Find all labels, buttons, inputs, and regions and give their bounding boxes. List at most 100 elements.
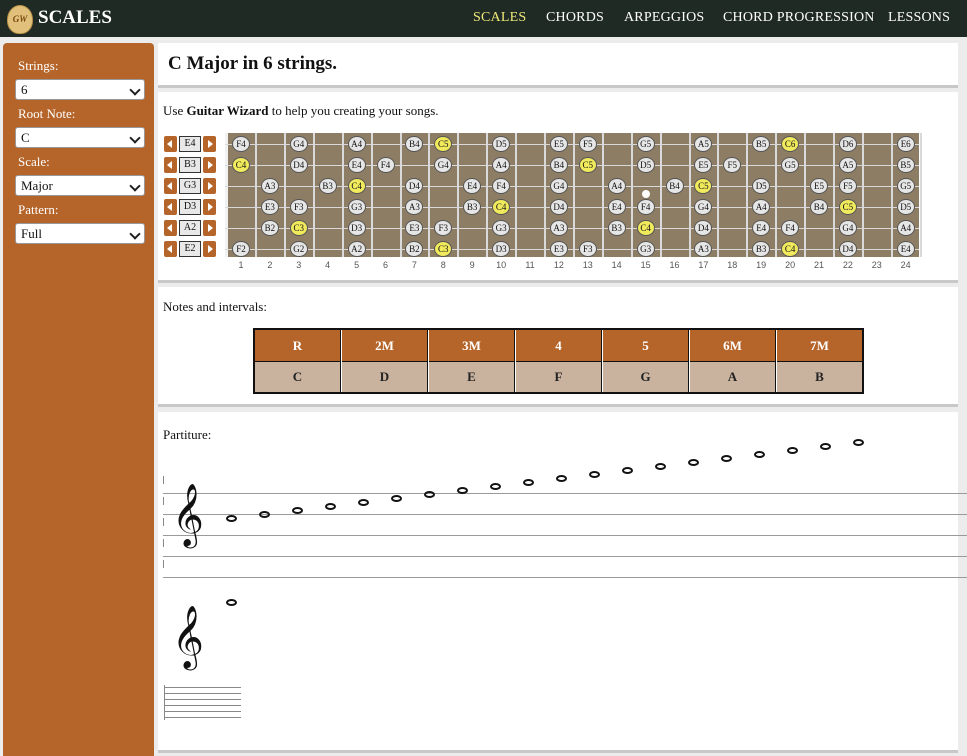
note-marker[interactable]: D5 xyxy=(752,178,771,194)
note-marker[interactable]: A4 xyxy=(896,220,915,236)
tune-up-button[interactable] xyxy=(203,241,216,257)
root-note-marker[interactable]: C6 xyxy=(781,136,800,152)
strings-select[interactable]: 6 xyxy=(15,79,145,100)
note-marker[interactable]: B2 xyxy=(405,241,424,257)
note-marker[interactable]: F3 xyxy=(289,199,308,215)
note-marker[interactable]: A4 xyxy=(752,199,771,215)
note-marker[interactable]: F3 xyxy=(434,220,453,236)
note-marker[interactable]: B4 xyxy=(665,178,684,194)
note-marker[interactable]: B3 xyxy=(607,220,626,236)
note-marker[interactable]: D5 xyxy=(492,136,511,152)
root-note-marker[interactable]: C4 xyxy=(347,178,366,194)
tune-down-button[interactable] xyxy=(164,136,177,152)
note-marker[interactable]: G3 xyxy=(636,241,655,257)
root-note-marker[interactable]: C5 xyxy=(578,157,597,173)
note-marker[interactable]: F4 xyxy=(232,136,250,152)
tune-up-button[interactable] xyxy=(203,136,216,152)
tune-down-button[interactable] xyxy=(164,178,177,194)
tune-up-button[interactable] xyxy=(203,157,216,173)
note-marker[interactable]: E3 xyxy=(260,199,279,215)
root-note-marker[interactable]: C3 xyxy=(434,241,453,257)
note-marker[interactable]: A3 xyxy=(405,199,424,215)
nav-lessons[interactable]: LESSONS xyxy=(888,10,950,26)
note-marker[interactable]: A3 xyxy=(549,220,568,236)
note-marker[interactable]: F4 xyxy=(376,157,395,173)
tune-down-button[interactable] xyxy=(164,241,177,257)
root-note-marker[interactable]: C5 xyxy=(838,199,857,215)
note-marker[interactable]: F5 xyxy=(838,178,857,194)
note-marker[interactable]: F4 xyxy=(636,199,655,215)
nav-scales[interactable]: SCALES xyxy=(473,10,526,26)
note-marker[interactable]: B3 xyxy=(318,178,337,194)
note-marker[interactable]: A4 xyxy=(492,157,511,173)
note-marker[interactable]: E3 xyxy=(549,241,568,257)
note-marker[interactable]: B4 xyxy=(810,199,828,215)
note-marker[interactable]: B3 xyxy=(463,199,482,215)
pattern-select[interactable]: Full xyxy=(15,223,145,244)
note-marker[interactable]: G4 xyxy=(434,157,453,173)
scale-select[interactable]: Major xyxy=(15,175,145,196)
note-marker[interactable]: E5 xyxy=(694,157,713,173)
note-marker[interactable]: E4 xyxy=(347,157,366,173)
note-marker[interactable]: A5 xyxy=(838,157,857,173)
guitar-wizard-link[interactable]: Guitar Wizard xyxy=(186,103,268,118)
tune-up-button[interactable] xyxy=(203,178,216,194)
note-marker[interactable]: A4 xyxy=(347,136,366,152)
root-note-marker[interactable]: C4 xyxy=(781,241,800,257)
note-marker[interactable]: D3 xyxy=(347,220,366,236)
root-note-marker[interactable]: C4 xyxy=(492,199,511,215)
tune-up-button[interactable] xyxy=(203,220,216,236)
note-marker[interactable]: G3 xyxy=(492,220,511,236)
note-marker[interactable]: B5 xyxy=(896,157,915,173)
note-marker[interactable]: D5 xyxy=(636,157,655,173)
note-marker[interactable]: D4 xyxy=(549,199,568,215)
note-marker[interactable]: G5 xyxy=(636,136,655,152)
guitar-wizard-logo[interactable]: GW xyxy=(7,5,33,34)
tune-down-button[interactable] xyxy=(164,199,177,215)
note-marker[interactable]: E3 xyxy=(405,220,424,236)
note-marker[interactable]: G4 xyxy=(838,220,857,236)
root-note-marker[interactable]: C3 xyxy=(289,220,308,236)
tune-down-button[interactable] xyxy=(164,157,177,173)
note-marker[interactable]: B2 xyxy=(260,220,279,236)
root-note-marker[interactable]: C4 xyxy=(636,220,655,236)
note-marker[interactable]: A5 xyxy=(694,136,713,152)
note-marker[interactable]: B3 xyxy=(752,241,771,257)
note-marker[interactable]: G4 xyxy=(289,136,308,152)
note-marker[interactable]: F5 xyxy=(723,157,742,173)
note-marker[interactable]: E5 xyxy=(549,136,568,152)
note-marker[interactable]: G4 xyxy=(694,199,713,215)
note-marker[interactable]: F3 xyxy=(578,241,597,257)
note-marker[interactable]: B5 xyxy=(752,136,771,152)
note-marker[interactable]: E4 xyxy=(896,241,915,257)
note-marker[interactable]: A4 xyxy=(607,178,626,194)
note-marker[interactable]: G3 xyxy=(347,199,366,215)
note-marker[interactable]: G4 xyxy=(549,178,568,194)
note-marker[interactable]: F5 xyxy=(578,136,597,152)
root-note-marker[interactable]: C5 xyxy=(694,178,713,194)
note-marker[interactable]: D5 xyxy=(896,199,915,215)
note-marker[interactable]: F4 xyxy=(781,220,800,236)
note-marker[interactable]: E5 xyxy=(810,178,828,194)
note-marker[interactable]: D4 xyxy=(405,178,424,194)
note-marker[interactable]: A2 xyxy=(347,241,366,257)
note-marker[interactable]: A3 xyxy=(260,178,279,194)
root-note-marker[interactable]: C5 xyxy=(434,136,453,152)
note-marker[interactable]: D3 xyxy=(492,241,511,257)
note-marker[interactable]: E4 xyxy=(607,199,626,215)
note-marker[interactable]: E6 xyxy=(896,136,915,152)
nav-arpeggios[interactable]: ARPEGGIOS xyxy=(624,10,704,26)
note-marker[interactable]: A3 xyxy=(694,241,713,257)
note-marker[interactable]: E4 xyxy=(463,178,482,194)
note-marker[interactable]: G5 xyxy=(896,178,915,194)
note-marker[interactable]: F2 xyxy=(232,241,250,257)
root-note-marker[interactable]: C4 xyxy=(232,157,250,173)
note-marker[interactable]: F4 xyxy=(492,178,511,194)
note-marker[interactable]: B4 xyxy=(405,136,424,152)
note-marker[interactable]: D4 xyxy=(694,220,713,236)
root-note-select[interactable]: C xyxy=(15,127,145,148)
tune-up-button[interactable] xyxy=(203,199,216,215)
note-marker[interactable]: D4 xyxy=(838,241,857,257)
note-marker[interactable]: B4 xyxy=(549,157,568,173)
note-marker[interactable]: E4 xyxy=(752,220,771,236)
